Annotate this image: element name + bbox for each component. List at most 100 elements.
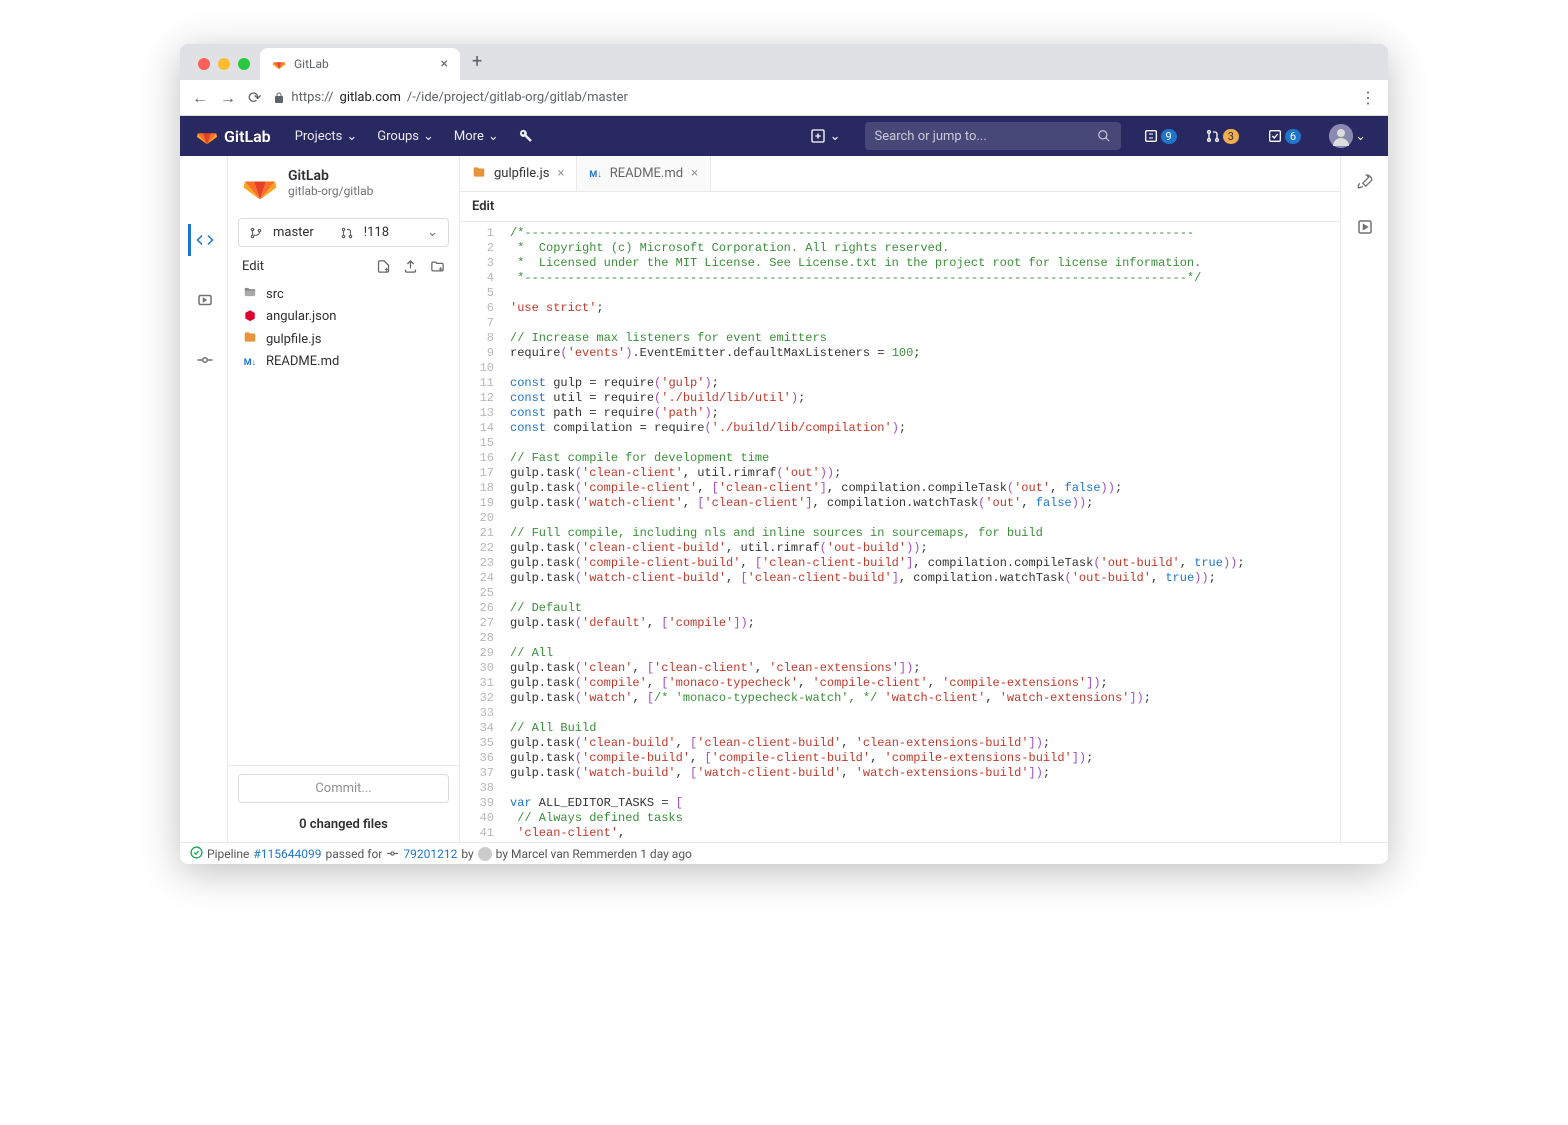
tree-item-label: src	[266, 287, 284, 302]
changed-files-label: 0 changed files	[228, 811, 459, 842]
folder-icon	[242, 285, 258, 303]
right-terminal-button[interactable]	[1356, 218, 1374, 240]
reload-button[interactable]: ⟳	[248, 88, 261, 107]
status-pipeline-link[interactable]: #115644099	[253, 847, 321, 861]
chevron-down-icon: ⌄	[1355, 129, 1366, 144]
file-tab-bar: gulpfile.js × M↓ README.md ×	[460, 156, 1340, 192]
angular-icon: ⬢	[242, 309, 258, 324]
plus-square-icon	[810, 128, 826, 144]
tab-close-icon[interactable]: ×	[441, 56, 448, 72]
status-by-label: by	[461, 847, 473, 861]
close-window-button[interactable]	[198, 58, 210, 70]
url-path: /-/ide/project/gitlab-org/gitlab/master	[407, 90, 628, 105]
file-tab-label: README.md	[610, 166, 683, 181]
code-content[interactable]: /*--------------------------------------…	[502, 222, 1340, 842]
back-button[interactable]: ←	[192, 88, 208, 108]
status-pipeline-label: Pipeline	[207, 847, 249, 861]
brand-text: GitLab	[224, 127, 271, 146]
right-pipelines-button[interactable]	[1356, 172, 1374, 194]
review-icon	[196, 291, 214, 309]
user-avatar	[1329, 124, 1353, 148]
activity-commit[interactable]	[188, 344, 220, 376]
nav-todos[interactable]: 6	[1261, 128, 1307, 144]
upload-icon[interactable]	[403, 259, 418, 274]
nav-user-menu[interactable]: ⌄	[1323, 124, 1372, 148]
file-tab-gulpfile-js[interactable]: gulpfile.js ×	[460, 156, 577, 191]
browser-menu-button[interactable]: ⋮	[1360, 88, 1376, 107]
tanuki-icon	[196, 125, 218, 147]
commit-button[interactable]: Commit...	[238, 774, 449, 803]
activity-edit[interactable]	[188, 224, 220, 256]
wrench-icon	[519, 129, 533, 143]
url-host: gitlab.com	[340, 90, 401, 105]
tree-item-gulpfile-js[interactable]: gulpfile.js	[236, 327, 451, 351]
mr-number: !118	[364, 225, 389, 240]
todos-icon	[1267, 128, 1283, 144]
new-folder-icon[interactable]	[430, 259, 445, 274]
commit-author-avatar	[478, 847, 492, 861]
nav-search[interactable]: Search or jump to...	[865, 122, 1121, 150]
play-square-icon	[1356, 218, 1374, 236]
chevron-down-icon: ⌄	[427, 225, 438, 240]
tree-item-label: gulpfile.js	[266, 332, 321, 347]
merge-request-icon	[1205, 128, 1221, 144]
new-tab-button[interactable]: +	[460, 44, 494, 80]
search-icon	[1097, 129, 1111, 143]
gitlab-logo[interactable]: GitLab	[196, 125, 271, 147]
sidebar-edit-label: Edit	[242, 259, 264, 274]
nav-wrench[interactable]	[511, 116, 541, 156]
browser-toolbar: ← → ⟳ https:// gitlab.com /-/ide/project/g…	[180, 80, 1388, 116]
file-tab-label: gulpfile.js	[494, 166, 549, 181]
minimize-window-button[interactable]	[218, 58, 230, 70]
new-file-icon[interactable]	[376, 259, 391, 274]
chevron-down-icon: ⌄	[423, 129, 434, 144]
nav-projects[interactable]: Projects ⌄	[287, 116, 366, 156]
commit-icon	[196, 351, 214, 369]
nav-groups[interactable]: Groups ⌄	[369, 116, 442, 156]
code-icon	[196, 231, 214, 249]
file-tab-README-md[interactable]: M↓ README.md ×	[577, 156, 711, 191]
status-commit-link[interactable]: 79201212	[403, 847, 457, 861]
branch-icon	[249, 226, 263, 240]
browser-tab-title: GitLab	[294, 57, 329, 71]
tree-item-src[interactable]: src	[236, 282, 451, 306]
code-editor[interactable]: 1234567891011121314151617181920212223242…	[460, 222, 1340, 842]
address-bar[interactable]: https:// gitlab.com /-/ide/project/gitlab-…	[273, 90, 1348, 105]
nav-issues[interactable]: 9	[1137, 128, 1183, 144]
nav-more[interactable]: More ⌄	[446, 116, 507, 156]
js-icon	[472, 165, 486, 183]
chevron-down-icon: ⌄	[488, 129, 499, 144]
lock-icon	[273, 92, 285, 104]
tree-item-angular-json[interactable]: ⬢ angular.json	[236, 306, 451, 327]
merge-request-icon	[340, 226, 354, 240]
gitlab-favicon-icon	[272, 57, 286, 71]
tree-item-label: angular.json	[266, 309, 336, 324]
js-icon	[242, 330, 258, 348]
branch-selector[interactable]: master !118 ⌄	[238, 218, 449, 247]
branch-name: master	[273, 225, 314, 240]
chevron-down-icon: ⌄	[830, 129, 841, 144]
editor-main: gulpfile.js×M↓README.md× Edit 1234567891…	[460, 156, 1340, 842]
search-placeholder: Search or jump to...	[875, 129, 987, 144]
activity-review[interactable]	[188, 284, 220, 316]
tree-item-README-md[interactable]: M↓ README.md	[236, 351, 451, 372]
tab-close-icon[interactable]: ×	[691, 166, 698, 181]
md-icon: M↓	[242, 354, 258, 369]
md-icon: M↓	[589, 170, 601, 180]
url-prefix: https://	[291, 90, 333, 105]
status-passed-label: passed for	[326, 847, 383, 861]
maximize-window-button[interactable]	[238, 58, 250, 70]
nav-merge-requests[interactable]: 3	[1199, 128, 1245, 144]
browser-tab-strip: GitLab × +	[180, 44, 1388, 80]
nav-plus-dropdown[interactable]: ⌄	[802, 128, 849, 144]
activity-bar	[180, 156, 228, 842]
status-bar: Pipeline #115644099 passed for 79201212 …	[180, 842, 1388, 864]
browser-tab[interactable]: GitLab ×	[260, 48, 460, 80]
tree-item-label: README.md	[266, 354, 339, 369]
gitlab-navbar: GitLab Projects ⌄ Groups ⌄ More ⌄ ⌄ Sear…	[180, 116, 1388, 156]
chevron-down-icon: ⌄	[346, 129, 357, 144]
forward-button[interactable]: →	[220, 88, 236, 108]
tab-close-icon[interactable]: ×	[557, 166, 564, 181]
window-controls	[188, 58, 260, 80]
md-icon: M↓	[589, 166, 601, 181]
